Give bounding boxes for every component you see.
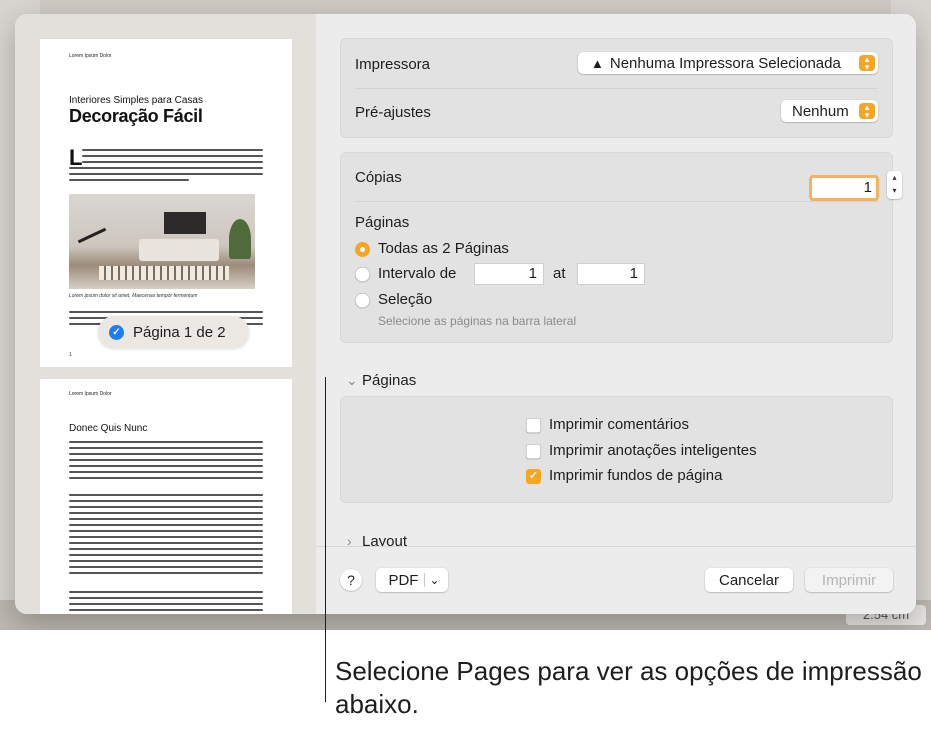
dialog-footer: ? PDF ⌄ Cancelar Imprimir [316,546,916,614]
warning-triangle-icon: ▲ [591,55,604,71]
print-options-panel: Impressora ▲ Nenhuma Impressora Selecion… [316,14,916,614]
page-badge-label: Página 1 de 2 [133,323,226,341]
body-text-lines [69,441,263,483]
pages-section-group: Imprimir comentários Imprimir anotações … [340,396,893,503]
background-document: 2.54 cm Lorem Ipsum Dolor Interiores Sim… [0,0,931,630]
chevron-down-icon: ⌄ [429,573,440,587]
range-from-input[interactable]: 1 [474,263,544,285]
chevron-down-icon[interactable]: ⌄ [346,372,358,389]
page-number: 1 [69,352,72,358]
page-header-text: Lorem Ipsum Dolor [69,53,112,59]
selection-hint: Selecione as páginas na barra lateral [378,314,577,328]
radio-page-range[interactable] [355,267,370,282]
chevron-up-down-icon: ▴ ▾ [859,55,875,72]
presets-label: Pré-ajustes [355,104,431,121]
copies-label: Cópias [355,169,402,186]
page-header-text: Lorem Ipsum Dolor [69,391,112,397]
print-comments-label[interactable]: Imprimir comentários [549,416,689,433]
print-smart-annotations-label[interactable]: Imprimir anotações inteligentes [549,442,757,459]
pages-section-title[interactable]: Páginas [362,372,416,389]
page-selected-badge[interactable]: ✓ Página 1 de 2 [98,316,249,348]
checkmark-circle-icon: ✓ [109,324,124,340]
radio-page-range-label[interactable]: Intervalo de [378,265,456,282]
pdf-menu-button[interactable]: PDF ⌄ [376,568,448,592]
cancel-button[interactable]: Cancelar [705,568,793,592]
range-to-label: at [553,265,566,282]
callout-text: Selecione Pages para ver as opções de im… [335,656,922,719]
page-title: Decoração Fácil [69,106,203,126]
print-page-backgrounds-checkbox[interactable]: ✓ [526,469,541,484]
page-preview-sidebar[interactable]: Lorem Ipsum Dolor Interiores Simples par… [15,14,316,614]
print-button[interactable]: Imprimir [805,568,893,592]
printer-select-value: Nenhuma Impressora Selecionada [609,54,841,72]
printer-label: Impressora [355,56,431,73]
range-to-input[interactable]: 1 [577,263,645,285]
pages-label: Páginas [355,214,410,231]
copies-pages-group: Cópias 1 ▴ ▾ Páginas Todas as 2 Páginas I… [340,152,902,343]
photo-caption: Lorem ipsum dolor sit amet, Maecenas tem… [69,293,198,299]
drop-cap: L [69,145,83,170]
presets-select[interactable]: Nenhum ▴ ▾ [781,100,878,122]
body-text-lines-2 [69,494,263,578]
radio-selection-label[interactable]: Seleção [378,291,432,308]
chevron-up-down-icon: ▴ ▾ [859,103,875,120]
copies-stepper[interactable]: ▴ ▾ [887,171,902,199]
print-comments-checkbox[interactable] [526,418,541,433]
presets-select-value: Nenhum [792,102,849,120]
radio-selection[interactable] [355,293,370,308]
help-button[interactable]: ? [340,569,362,591]
printer-select[interactable]: ▲ Nenhuma Impressora Selecionada ▴ ▾ [578,52,878,74]
print-smart-annotations-checkbox[interactable] [526,444,541,459]
radio-all-pages-label[interactable]: Todas as 2 Páginas [378,240,509,257]
print-page-backgrounds-label[interactable]: Imprimir fundos de página [549,467,722,484]
copies-input[interactable]: 1 [809,175,879,201]
print-dialog: Lorem Ipsum Dolor Interiores Simples par… [15,14,916,614]
room-photo [69,194,255,289]
body-text-lines-2 [69,167,263,185]
page-subtitle: Interiores Simples para Casas [69,95,203,106]
pdf-button-label: PDF [388,571,419,589]
body-text-lines-3 [69,591,263,614]
printer-settings-group: Impressora ▲ Nenhuma Impressora Selecion… [340,38,893,138]
page-title: Donec Quis Nunc [69,423,148,434]
body-text-lines [82,149,263,167]
radio-all-pages[interactable] [355,242,370,257]
callout-line [325,377,326,702]
page-thumbnail-2[interactable]: Lorem Ipsum Dolor Donec Quis Nunc [40,379,292,614]
